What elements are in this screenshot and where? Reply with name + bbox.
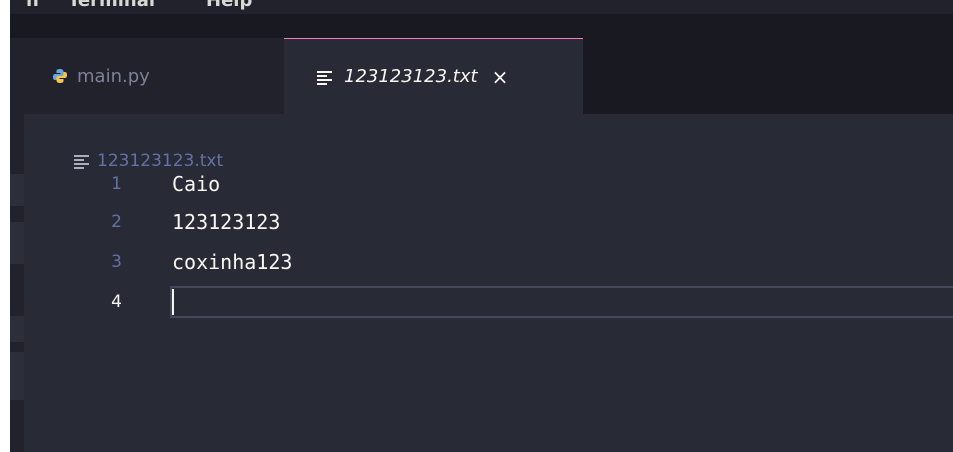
line-number: 1 xyxy=(111,174,122,194)
line-number: 2 xyxy=(111,212,122,232)
close-icon[interactable]: × xyxy=(492,67,509,87)
menu-item-help[interactable]: Help xyxy=(206,0,252,11)
python-file-icon xyxy=(52,68,68,84)
line-content[interactable]: Caio xyxy=(172,170,220,198)
text-cursor xyxy=(172,289,174,315)
breadcrumb-label: 123123123.txt xyxy=(97,151,224,171)
editor-line[interactable]: 2 123123123 xyxy=(10,208,953,236)
tab-main-py[interactable]: main.py xyxy=(10,38,284,114)
editor-line-current[interactable]: 4 xyxy=(10,288,953,316)
text-file-icon xyxy=(317,70,332,85)
tab-bar: main.py 123123123.txt × xyxy=(10,14,953,114)
editor-window: n Terminal Help main.py 123123123.txt × … xyxy=(10,0,953,452)
tab-label: 123123123.txt xyxy=(344,66,478,87)
line-number: 3 xyxy=(111,252,122,272)
menu-bar: n Terminal Help xyxy=(10,0,953,14)
tab-label: main.py xyxy=(77,65,150,87)
line-content[interactable]: 123123123 xyxy=(172,208,280,236)
text-file-icon xyxy=(74,154,89,169)
editor-line[interactable]: 3 coxinha123 xyxy=(10,248,953,276)
tab-123123123-txt[interactable]: 123123123.txt × xyxy=(284,38,583,114)
editor-line[interactable]: 1 Caio xyxy=(10,170,953,198)
line-number: 4 xyxy=(111,292,122,312)
line-content[interactable]: coxinha123 xyxy=(172,248,292,276)
menu-item-partial[interactable]: n xyxy=(26,0,39,11)
menu-item-terminal[interactable]: Terminal xyxy=(68,0,155,11)
code-editor[interactable]: 1 Caio 2 123123123 3 coxinha123 4 xyxy=(10,170,953,452)
